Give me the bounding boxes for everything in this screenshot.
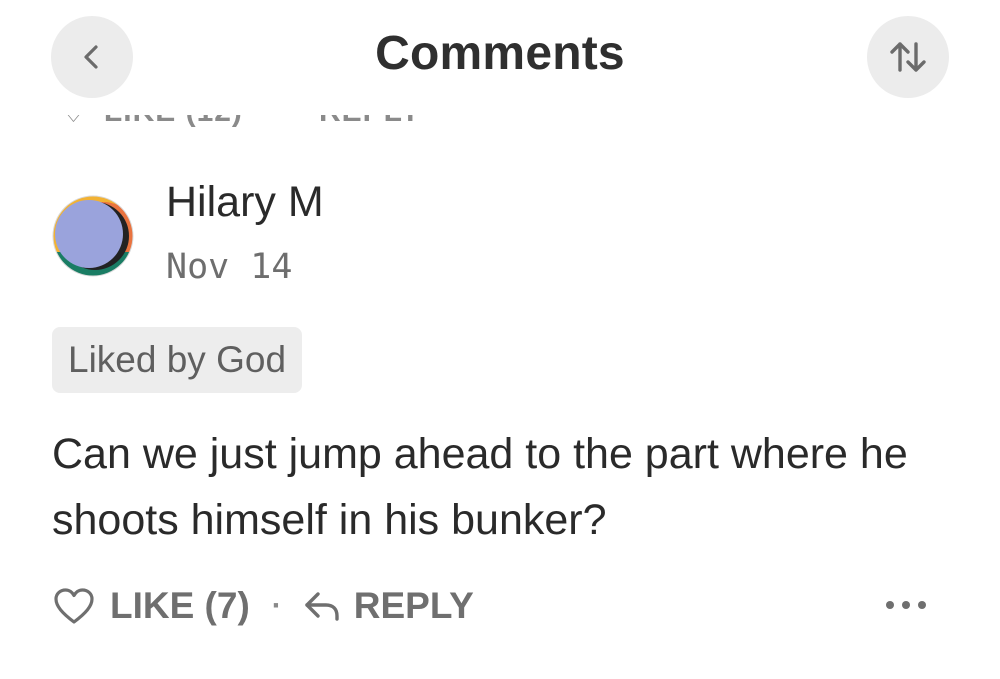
sort-arrows-icon bbox=[890, 42, 926, 72]
more-dots-icon bbox=[886, 601, 926, 609]
header-bar: Comments bbox=[0, 0, 1000, 115]
comments-screen: ♡ LIKE (12) REPLY Comments bbox=[0, 0, 1000, 679]
comment-actions: LIKE (7) · REPLY bbox=[52, 578, 474, 634]
avatar-image bbox=[52, 195, 134, 277]
heart-icon bbox=[54, 588, 94, 624]
liked-by-label: Liked by God bbox=[68, 339, 287, 380]
liked-by-badge: Liked by God bbox=[52, 327, 303, 393]
like-button[interactable]: LIKE (7) bbox=[52, 585, 250, 627]
reply-label: REPLY bbox=[353, 585, 474, 626]
comment-date: Nov 14 bbox=[166, 247, 293, 287]
avatar[interactable] bbox=[51, 194, 135, 278]
reply-arrow-icon bbox=[305, 592, 339, 621]
more-options-button[interactable] bbox=[880, 588, 932, 622]
sort-button[interactable] bbox=[867, 16, 949, 98]
like-label: LIKE (7) bbox=[110, 585, 250, 626]
page-title: Comments bbox=[375, 27, 625, 80]
comment-body: Can we just jump ahead to the part where… bbox=[52, 430, 908, 544]
reply-button[interactable]: REPLY bbox=[302, 585, 474, 627]
action-separator: · bbox=[271, 589, 282, 622]
author-name[interactable]: Hilary M bbox=[166, 178, 324, 227]
